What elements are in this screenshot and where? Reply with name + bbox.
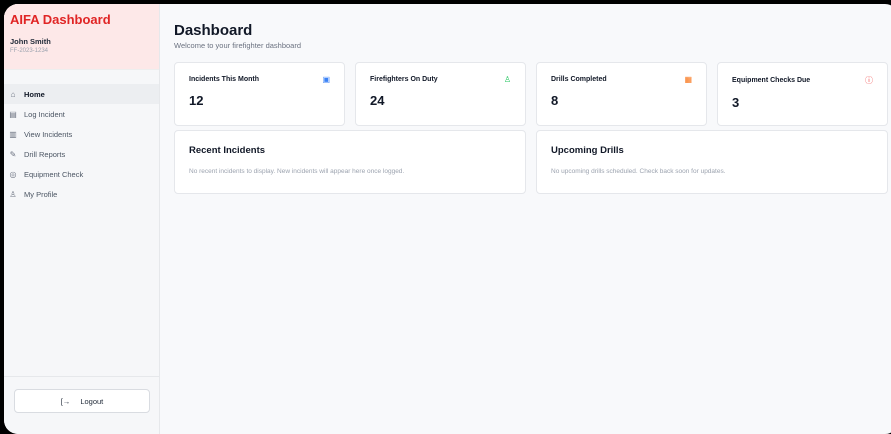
clipboard-icon: ▣	[322, 75, 330, 84]
logout-icon: [→	[60, 396, 71, 406]
main-content: Dashboard Welcome to your firefighter da…	[160, 4, 891, 434]
document-icon: ▥	[9, 129, 17, 139]
stat-label: Incidents This Month	[189, 76, 259, 83]
alert-icon: ⓘ	[865, 76, 873, 85]
stat-value: 8	[551, 93, 559, 108]
page-title: Dashboard	[174, 22, 253, 39]
sidebar-item-equipment-check[interactable]: ◎ Equipment Check	[4, 164, 159, 184]
sidebar-item-my-profile[interactable]: ♙ My Profile	[4, 184, 159, 204]
app-title: AIFA Dashboard	[10, 12, 111, 27]
stat-card-firefighters: Firefighters On Duty ♙ 24	[355, 62, 526, 126]
logout-label: Logout	[80, 396, 104, 406]
user-id: FF-2023-1234	[10, 48, 49, 54]
clipboard-icon: ▤	[9, 109, 17, 119]
stat-card-drills: Drills Completed ▦ 8	[536, 62, 707, 126]
panel-title: Recent Incidents	[189, 145, 266, 156]
sidebar-item-home[interactable]: ⌂ Home	[4, 84, 159, 104]
upcoming-drills-panel: Upcoming Drills No upcoming drills sched…	[536, 130, 888, 194]
shield-icon: ◎	[9, 169, 17, 179]
user-name: John Smith	[10, 37, 51, 46]
home-icon: ⌂	[10, 89, 16, 99]
user-icon: ♙	[9, 189, 17, 199]
stat-label: Drills Completed	[551, 76, 607, 83]
stat-card-incidents: Incidents This Month ▣ 12	[174, 62, 345, 126]
panels-row: Recent Incidents No recent incidents to …	[174, 130, 891, 194]
sidebar-item-label: Home	[24, 89, 45, 99]
sidebar-item-drill-reports[interactable]: ✎ Drill Reports	[4, 144, 159, 164]
wrench-icon: ✎	[9, 149, 17, 159]
sidebar-item-label: My Profile	[24, 189, 58, 199]
panel-empty-text: No recent incidents to display. New inci…	[189, 168, 405, 175]
sidebar-item-log-incident[interactable]: ▤ Log Incident	[4, 104, 159, 124]
recent-incidents-panel: Recent Incidents No recent incidents to …	[174, 130, 526, 194]
panel-empty-text: No upcoming drills scheduled. Check back…	[551, 168, 726, 175]
stat-card-equipment: Equipment Checks Due ⓘ 3	[717, 62, 888, 126]
sidebar-footer: [→ Logout	[4, 376, 159, 424]
stat-value: 12	[189, 93, 204, 108]
stats-row: Incidents This Month ▣ 12 Firefighters O…	[174, 62, 891, 126]
sidebar-item-label: Equipment Check	[24, 169, 84, 179]
calendar-icon: ▦	[684, 75, 692, 84]
stat-value: 24	[370, 93, 385, 108]
stat-label: Firefighters On Duty	[370, 76, 438, 83]
page-subtitle: Welcome to your firefighter dashboard	[174, 41, 302, 50]
sidebar-item-label: Log Incident	[24, 109, 65, 119]
sidebar: AIFA Dashboard John Smith FF-2023-1234 ⌂…	[4, 4, 160, 434]
stat-label: Equipment Checks Due	[732, 77, 811, 84]
panel-title: Upcoming Drills	[551, 145, 624, 156]
sidebar-nav: ⌂ Home ▤ Log Incident ▥ View Incidents ✎…	[4, 70, 159, 376]
sidebar-item-label: View Incidents	[24, 129, 73, 139]
users-icon: ♙	[503, 75, 511, 84]
brand-header: AIFA Dashboard John Smith FF-2023-1234	[4, 4, 159, 70]
stat-value: 3	[732, 95, 740, 110]
sidebar-item-view-incidents[interactable]: ▥ View Incidents	[4, 124, 159, 144]
app-window: AIFA Dashboard John Smith FF-2023-1234 ⌂…	[4, 4, 891, 434]
sidebar-item-label: Drill Reports	[24, 149, 66, 159]
logout-button[interactable]: [→ Logout	[14, 389, 150, 413]
